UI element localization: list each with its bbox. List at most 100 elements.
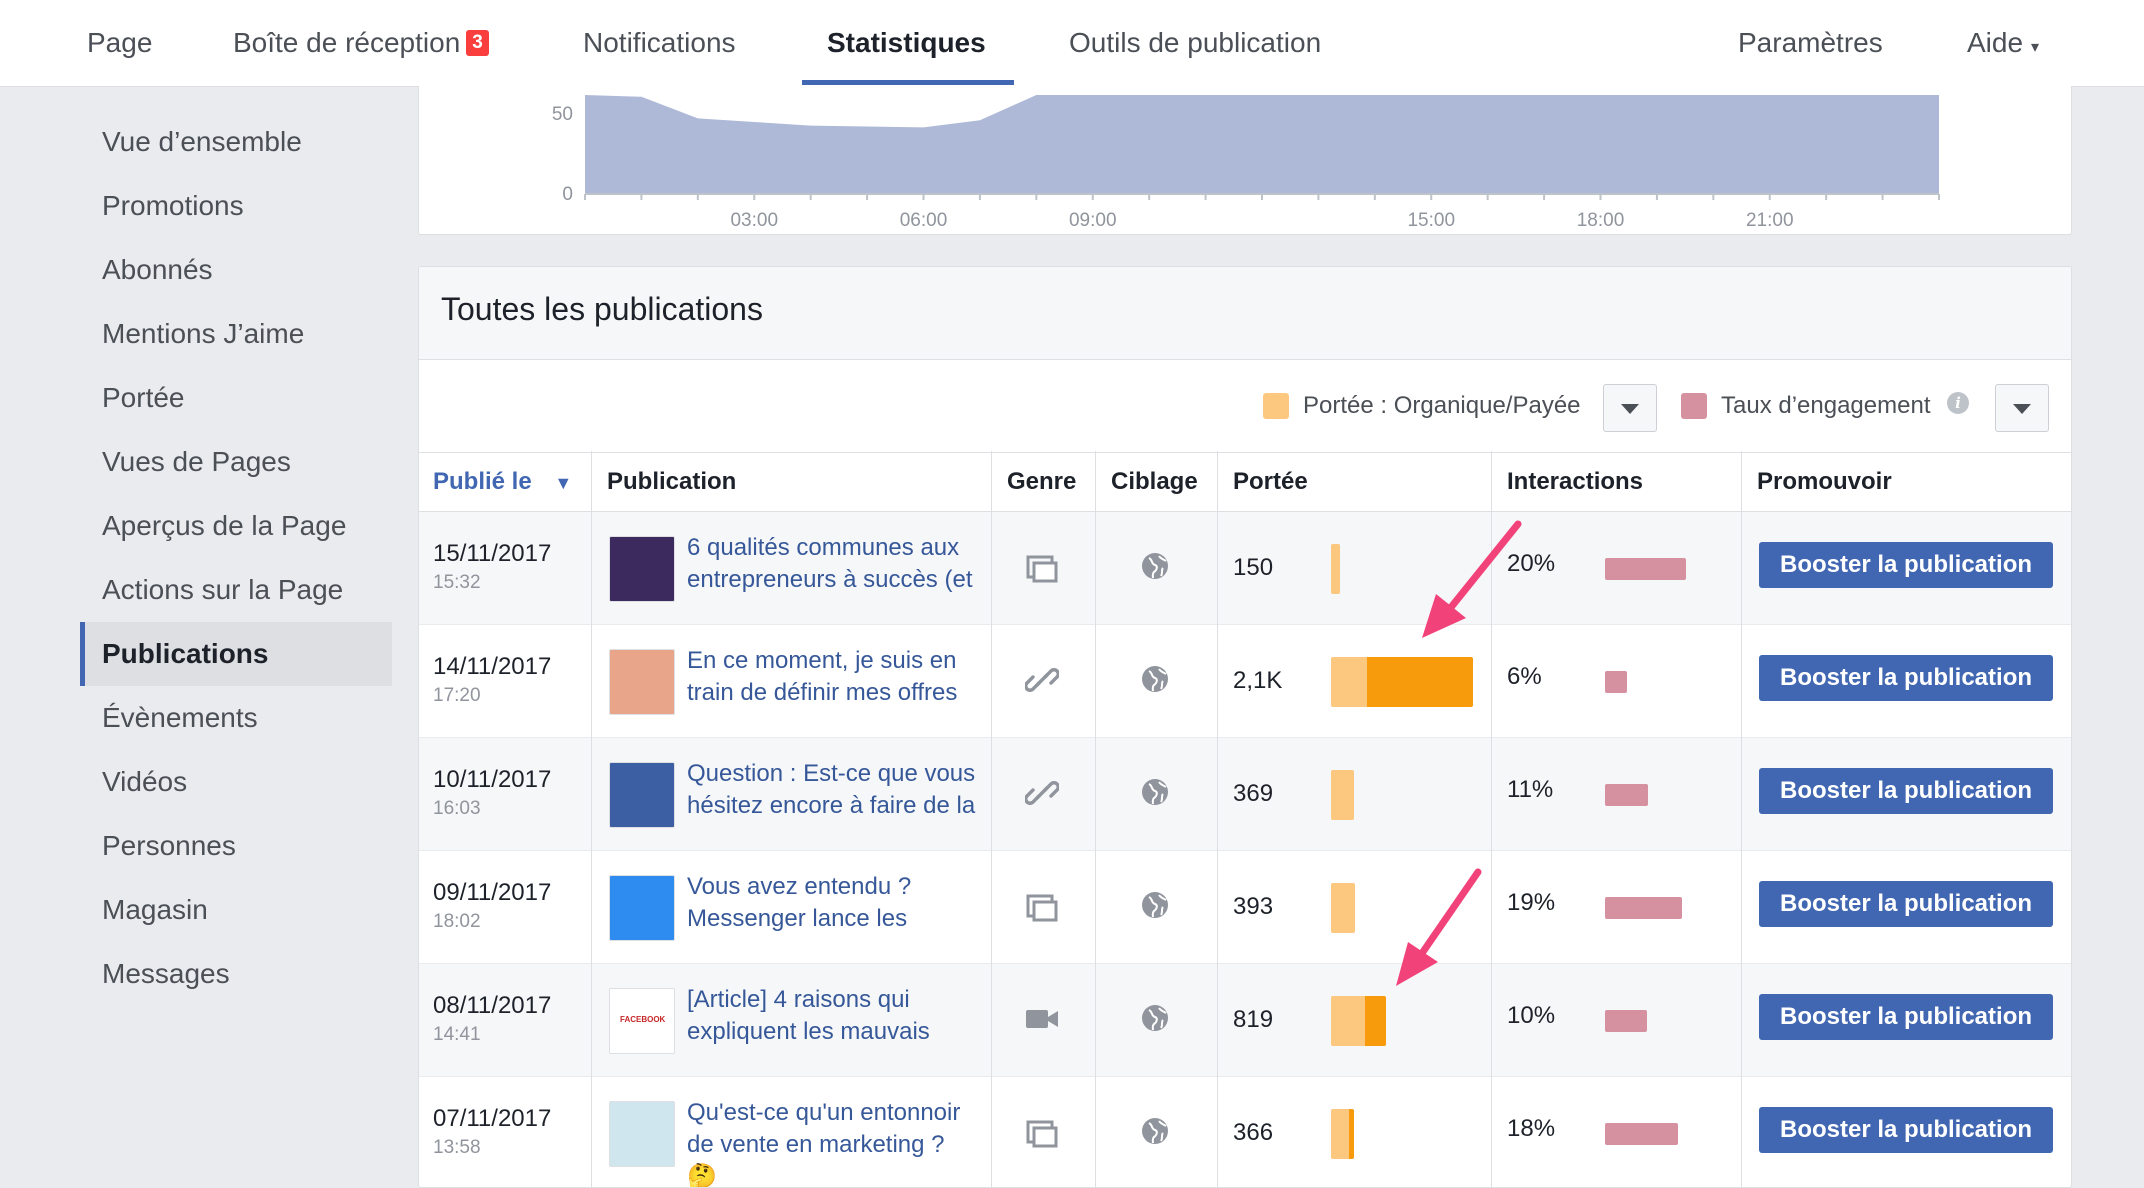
sidebar-item-page-previews[interactable]: Aperçus de la Page: [80, 494, 392, 558]
tab-help[interactable]: Aide ▾: [1967, 0, 2039, 86]
post-date: 10/11/2017: [433, 766, 552, 793]
card-title: Toutes les publications: [441, 291, 763, 327]
post-date: 15/11/2017: [433, 540, 552, 567]
tab-page[interactable]: Page: [87, 0, 152, 86]
sidebar-item-actions[interactable]: Actions sur la Page: [80, 558, 392, 622]
hourly-chart-card: 50 0 03:00 06:00 09:00 15:00 18:00 21:00: [418, 86, 2072, 235]
album-icon: [1025, 550, 1059, 584]
x-tick-label: 03:00: [730, 210, 778, 231]
reach-value: 366: [1233, 1119, 1274, 1146]
column-published-sort[interactable]: Publié le ▼: [433, 453, 572, 511]
sidebar-item-likes[interactable]: Mentions J’aime: [80, 302, 392, 366]
x-tick-label: 09:00: [1069, 210, 1117, 231]
boost-post-button[interactable]: Booster la publication: [1759, 655, 2053, 701]
post-thumbnail[interactable]: [609, 649, 675, 715]
reach-bar: [1331, 770, 1354, 820]
reach-metric-dropdown[interactable]: [1603, 384, 1657, 432]
boost-post-button[interactable]: Booster la publication: [1759, 768, 2053, 814]
sidebar-item-people[interactable]: Personnes: [80, 814, 392, 878]
post-thumbnail[interactable]: [609, 762, 675, 828]
engagement-rate: 11%: [1507, 776, 1554, 803]
tab-statistics[interactable]: Statistiques: [827, 0, 986, 86]
x-tick-label: 21:00: [1746, 210, 1794, 231]
table-row: 14/11/2017 17:20 En ce moment, je suis e…: [419, 625, 2071, 738]
organic-reach-segment: [1331, 544, 1340, 594]
thumbnail-text: FACEBOOK: [620, 1015, 666, 1024]
reach-value: 150: [1233, 554, 1274, 581]
sidebar-item-events[interactable]: Évènements: [80, 686, 392, 750]
column-targeting: Ciblage: [1111, 468, 1198, 495]
post-link[interactable]: [Article] 4 raisons qui expliquent les m…: [687, 984, 977, 1048]
post-link[interactable]: Question : Est-ce que vous hésitez encor…: [687, 758, 977, 822]
post-time: 18:02: [433, 911, 481, 932]
sidebar-item-reach[interactable]: Portée: [80, 366, 392, 430]
table-header: Publié le ▼ Publication Genre Ciblage Po…: [419, 453, 2071, 512]
post-date: 09/11/2017: [433, 879, 552, 906]
sidebar-item-posts[interactable]: Publications: [80, 622, 392, 686]
engagement-rate: 18%: [1507, 1115, 1556, 1142]
all-publications-card: Toutes les publications Portée : Organiq…: [418, 266, 2072, 1188]
column-divider: [591, 451, 592, 1187]
reach-bar: [1331, 657, 1473, 707]
table-row: 15/11/2017 15:32 6 qualités communes aux…: [419, 512, 2071, 625]
post-link[interactable]: Vous avez entendu ? Messenger lance les: [687, 871, 977, 935]
table-row: 09/11/2017 18:02 Vous avez entendu ? Mes…: [419, 851, 2071, 964]
sidebar-item-overview[interactable]: Vue d’ensemble: [80, 110, 392, 174]
reach-bar: [1331, 996, 1387, 1046]
tab-inbox[interactable]: Boîte de réception 3: [233, 0, 489, 86]
reach-value: 369: [1233, 780, 1274, 807]
post-date: 07/11/2017: [433, 1105, 552, 1132]
tab-notifications[interactable]: Notifications: [583, 0, 736, 86]
publications-table-body: 15/11/2017 15:32 6 qualités communes aux…: [419, 512, 2071, 1187]
globe-icon: [1141, 778, 1169, 806]
organic-reach-segment: [1331, 1109, 1350, 1159]
post-thumbnail[interactable]: [609, 536, 675, 602]
annotation-arrow: [1396, 868, 1482, 986]
engagement-rate: 6%: [1507, 663, 1542, 690]
column-reach: Portée: [1233, 468, 1308, 495]
boost-post-button[interactable]: Booster la publication: [1759, 1107, 2053, 1153]
link-icon: [1024, 776, 1060, 810]
sidebar-item-followers[interactable]: Abonnés: [80, 238, 392, 302]
annotation-arrow: [1422, 520, 1522, 638]
post-link[interactable]: 6 qualités communes aux entrepreneurs à …: [687, 532, 977, 596]
boost-post-button[interactable]: Booster la publication: [1759, 542, 2053, 588]
post-link[interactable]: Qu'est-ce qu'un entonnoir de vente en ma…: [687, 1097, 977, 1187]
globe-icon: [1141, 665, 1169, 693]
engagement-bar: [1605, 1010, 1647, 1032]
x-tick-label: 15:00: [1407, 210, 1455, 231]
post-time: 17:20: [433, 685, 481, 706]
engagement-bar: [1605, 671, 1628, 693]
sidebar-item-videos[interactable]: Vidéos: [80, 750, 392, 814]
post-thumbnail[interactable]: [609, 875, 675, 941]
column-publication: Publication: [607, 468, 737, 495]
tab-settings[interactable]: Paramètres: [1738, 0, 1883, 86]
post-time: 13:58: [433, 1137, 481, 1158]
info-icon[interactable]: i: [1947, 392, 1969, 414]
organic-reach-segment: [1331, 770, 1354, 820]
post-thumbnail[interactable]: [609, 1101, 675, 1167]
post-thumbnail[interactable]: FACEBOOK: [609, 988, 675, 1054]
engagement-bar: [1605, 558, 1687, 580]
area-series: [585, 95, 1939, 194]
boost-post-button[interactable]: Booster la publication: [1759, 994, 2053, 1040]
tab-inbox-label: Boîte de réception: [233, 27, 461, 58]
y-tick-label: 0: [562, 184, 573, 205]
top-navigation: Page Boîte de réception 3 Notifications S…: [0, 0, 2144, 87]
table-row: 08/11/2017 14:41 FACEBOOK [Article] 4 ra…: [419, 964, 2071, 1077]
post-link[interactable]: En ce moment, je suis en train de défini…: [687, 645, 977, 709]
tab-publishing-tools[interactable]: Outils de publication: [1069, 0, 1321, 86]
x-tick-label: 06:00: [900, 210, 948, 231]
insights-sidebar: Vue d’ensemble Promotions Abonnés Mentio…: [80, 110, 392, 1006]
sidebar-item-promotions[interactable]: Promotions: [80, 174, 392, 238]
sidebar-item-shop[interactable]: Magasin: [80, 878, 392, 942]
post-date: 08/11/2017: [433, 992, 552, 1019]
sidebar-item-messages[interactable]: Messages: [80, 942, 392, 1006]
x-tick-label: 18:00: [1577, 210, 1625, 231]
reach-legend-swatch: [1263, 393, 1289, 419]
column-divider: [1741, 451, 1742, 1187]
sidebar-item-page-views[interactable]: Vues de Pages: [80, 430, 392, 494]
boost-post-button[interactable]: Booster la publication: [1759, 881, 2053, 927]
engagement-metric-dropdown[interactable]: [1995, 384, 2049, 432]
column-promote: Promouvoir: [1757, 468, 1892, 495]
